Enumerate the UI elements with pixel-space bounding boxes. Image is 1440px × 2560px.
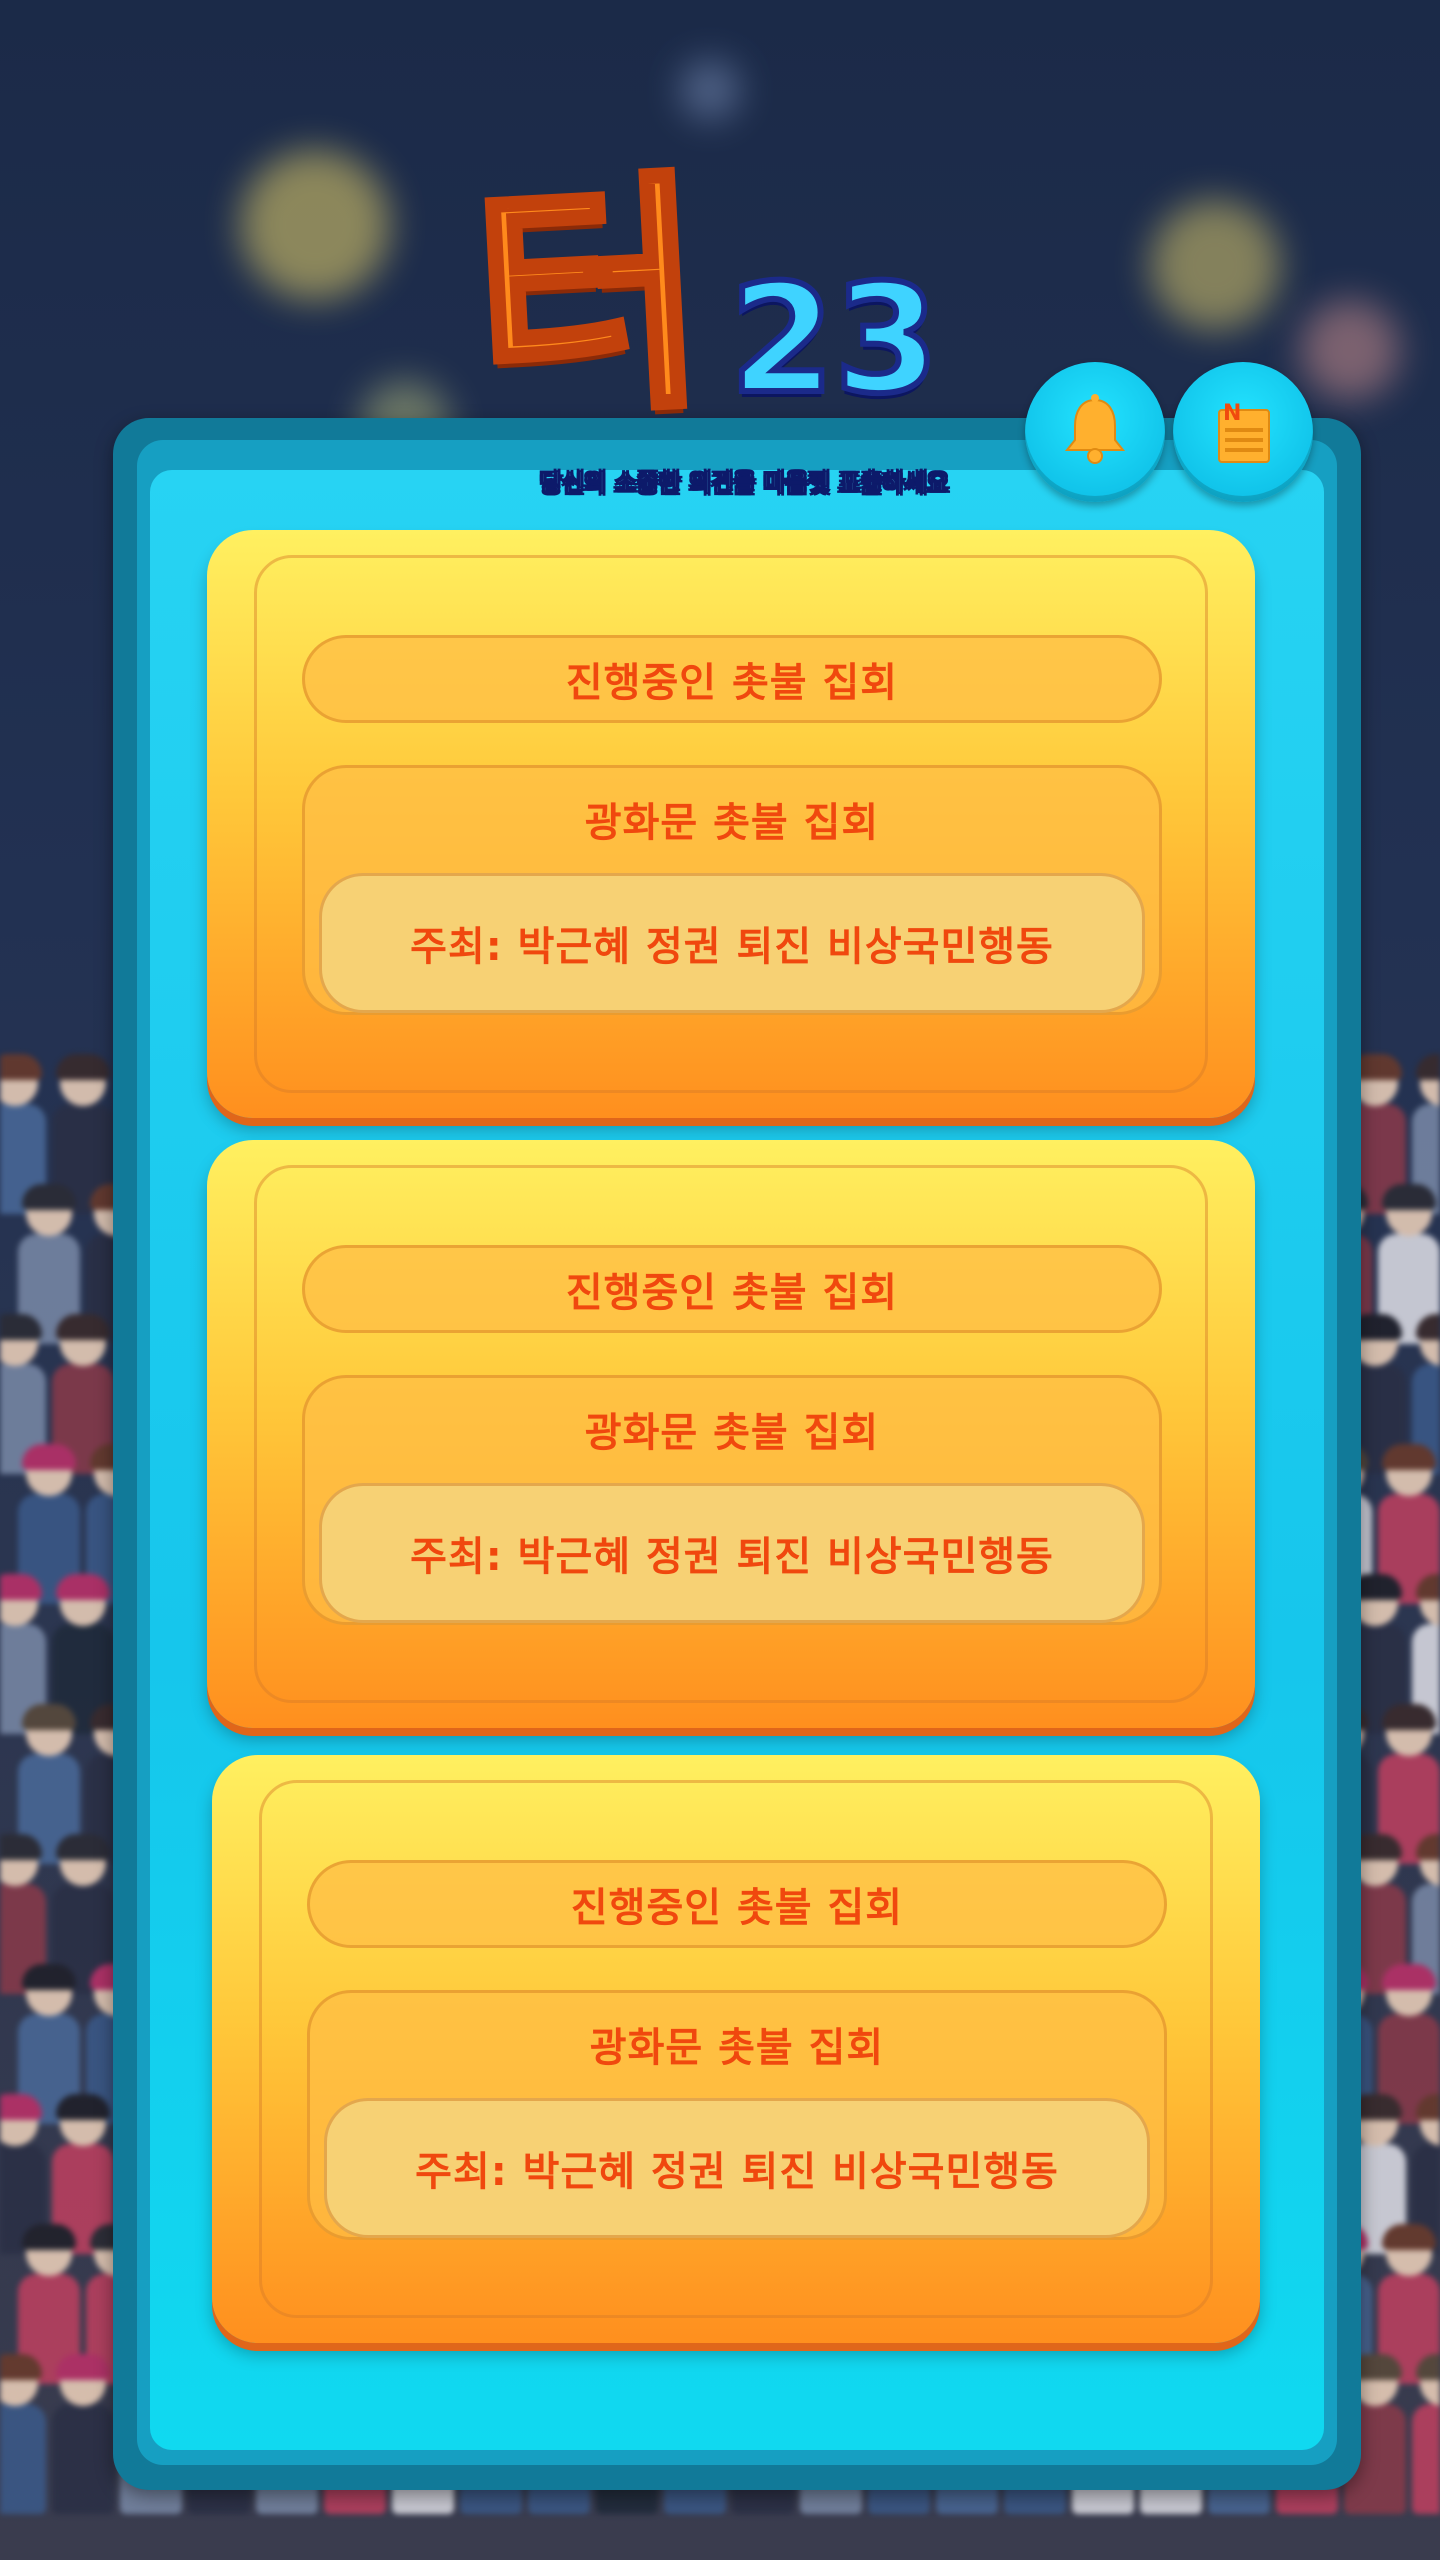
crowd-person [48,2354,118,2520]
crowd-person [0,2354,50,2520]
bell-icon [1064,394,1126,464]
rally-card[interactable]: 진행중인 촛불 집회 광화문 촛불 집회 주최: 박근혜 정권 퇴진 비상국민행… [207,1140,1255,1728]
logo-character: 터 [464,144,717,455]
rally-title: 광화문 촛불 집회 [584,800,880,846]
rally-info-box: 광화문 촛불 집회 주최: 박근혜 정권 퇴진 비상국민행동 [307,1990,1167,2240]
app-logo: 터 23 당신의 소중한 의견을 마음껏 표출하세요 [455,144,995,505]
rally-host: 주최: 박근혜 정권 퇴진 비상국민행동 [410,1534,1054,1580]
rally-status-pill: 진행중인 촛불 집회 [302,1245,1162,1333]
bokeh-light [680,60,740,120]
rally-title: 광화문 촛불 집회 [589,2025,885,2071]
crowd-person [1408,2354,1440,2520]
rally-status-pill: 진행중인 촛불 집회 [307,1860,1167,1948]
rally-host-box: 주최: 박근혜 정권 퇴진 비상국민행동 [324,2098,1150,2238]
rally-title: 광화문 촛불 집회 [584,1410,880,1456]
logo-number: 23 [727,253,942,427]
news-button[interactable]: N [1173,362,1313,502]
bokeh-light [1300,300,1400,400]
rally-info-box: 광화문 촛불 집회 주최: 박근혜 정권 퇴진 비상국민행동 [302,765,1162,1015]
bokeh-light [1150,200,1280,330]
news-badge: N [1223,401,1241,426]
bokeh-light [240,150,390,300]
rally-card[interactable]: 진행중인 촛불 집회 광화문 촛불 집회 주최: 박근혜 정권 퇴진 비상국민행… [207,530,1255,1118]
app-tagline: 당신의 소중한 의견을 마음껏 표출하세요 [540,469,950,498]
notification-button[interactable] [1025,362,1165,502]
rally-host-box: 주최: 박근혜 정권 퇴진 비상국민행동 [319,1483,1145,1623]
rally-host-box: 주최: 박근혜 정권 퇴진 비상국민행동 [319,873,1145,1013]
rally-card[interactable]: 진행중인 촛불 집회 광화문 촛불 집회 주최: 박근혜 정권 퇴진 비상국민행… [212,1755,1260,2343]
rally-status: 진행중인 촛불 집회 [565,660,899,706]
rally-info-box: 광화문 촛불 집회 주최: 박근혜 정권 퇴진 비상국민행동 [302,1375,1162,1625]
rally-host: 주최: 박근혜 정권 퇴진 비상국민행동 [410,924,1054,970]
rally-host: 주최: 박근혜 정권 퇴진 비상국민행동 [415,2149,1059,2195]
rally-status: 진행중인 촛불 집회 [570,1885,904,1931]
news-icon: N [1218,401,1270,463]
rally-status-pill: 진행중인 촛불 집회 [302,635,1162,723]
rally-status: 진행중인 촛불 집회 [565,1270,899,1316]
